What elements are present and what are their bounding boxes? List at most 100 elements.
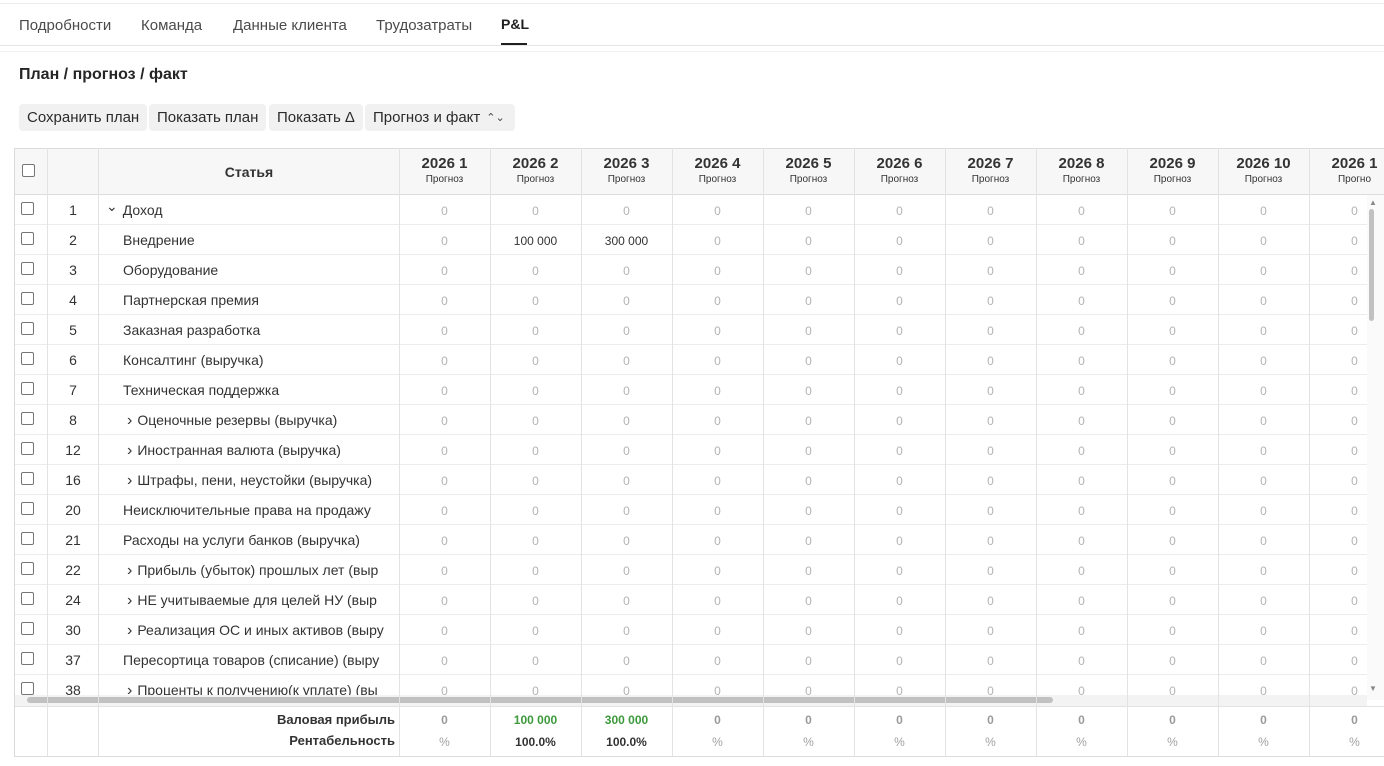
value-cell[interactable]: 0: [1127, 654, 1218, 668]
value-cell[interactable]: 0: [854, 204, 945, 218]
value-cell[interactable]: 0: [581, 534, 672, 548]
value-cell[interactable]: 0: [1036, 354, 1127, 368]
value-cell[interactable]: 0: [763, 654, 854, 668]
value-cell[interactable]: 0: [1036, 384, 1127, 398]
value-cell[interactable]: 0: [1036, 264, 1127, 278]
value-cell[interactable]: 0: [490, 564, 581, 578]
value-cell[interactable]: 0: [1036, 324, 1127, 338]
value-cell[interactable]: 0: [854, 324, 945, 338]
value-cell[interactable]: 0: [945, 264, 1036, 278]
value-cell[interactable]: 0: [399, 204, 490, 218]
value-cell[interactable]: 0: [672, 354, 763, 368]
value-cell[interactable]: 0: [399, 414, 490, 428]
tab-details[interactable]: Подробности: [19, 17, 111, 34]
value-cell[interactable]: 0: [945, 384, 1036, 398]
value-cell[interactable]: 0: [399, 354, 490, 368]
table-row[interactable]: 12 › Иностранная валюта (выручка) 0 0 0 0 0 0 0 0 0…: [15, 435, 1367, 465]
value-cell[interactable]: 0: [1218, 414, 1309, 428]
row-checkbox[interactable]: [21, 682, 34, 695]
value-cell[interactable]: 0: [945, 324, 1036, 338]
value-cell[interactable]: 0: [490, 624, 581, 638]
value-cell[interactable]: 0: [490, 474, 581, 488]
value-cell[interactable]: 0: [672, 534, 763, 548]
value-cell[interactable]: 0: [945, 534, 1036, 548]
show-delta-button[interactable]: Показать Δ: [269, 104, 363, 131]
value-cell[interactable]: 0: [1036, 204, 1127, 218]
chevron-right-icon[interactable]: ›: [127, 442, 132, 460]
value-cell[interactable]: 0: [581, 444, 672, 458]
value-cell[interactable]: 0: [1218, 294, 1309, 308]
value-cell[interactable]: 0: [854, 504, 945, 518]
value-cell[interactable]: 0: [490, 654, 581, 668]
value-cell[interactable]: 0: [763, 474, 854, 488]
chevron-right-icon[interactable]: ›: [127, 592, 132, 610]
value-cell[interactable]: 0: [854, 564, 945, 578]
value-cell[interactable]: 0: [1036, 294, 1127, 308]
value-cell[interactable]: 0: [490, 384, 581, 398]
value-cell[interactable]: 0: [945, 594, 1036, 608]
value-cell[interactable]: 0: [581, 354, 672, 368]
tab-team[interactable]: Команда: [141, 17, 202, 34]
value-cell[interactable]: 0: [399, 234, 490, 248]
value-cell[interactable]: 0: [763, 504, 854, 518]
value-cell[interactable]: 0: [1218, 474, 1309, 488]
value-cell[interactable]: 0: [672, 594, 763, 608]
value-cell[interactable]: 0: [854, 534, 945, 548]
row-checkbox[interactable]: [21, 262, 34, 275]
chevron-right-icon[interactable]: ›: [127, 412, 132, 430]
value-cell[interactable]: 0: [1218, 594, 1309, 608]
value-cell[interactable]: 0: [490, 594, 581, 608]
table-row[interactable]: 37 Пересортица товаров (списание) (выру 0 0…: [15, 645, 1367, 675]
tab-pnl[interactable]: P&L: [501, 16, 529, 32]
show-plan-button[interactable]: Показать план: [149, 104, 267, 131]
value-cell[interactable]: 0: [672, 414, 763, 428]
value-cell[interactable]: 0: [763, 564, 854, 578]
scroll-up-arrow-icon[interactable]: ▲: [1369, 198, 1377, 207]
value-cell[interactable]: 0: [672, 294, 763, 308]
value-cell[interactable]: 0: [1036, 504, 1127, 518]
value-cell[interactable]: 0: [945, 624, 1036, 638]
value-cell[interactable]: 0: [763, 204, 854, 218]
table-row[interactable]: 30 › Реализация ОС и иных активов (выру 0 0 0…: [15, 615, 1367, 645]
table-row[interactable]: 21 Расходы на услуги банков (выручка) 0 0 0 0…: [15, 525, 1367, 555]
value-cell[interactable]: 0: [1127, 294, 1218, 308]
value-cell[interactable]: 0: [399, 504, 490, 518]
value-cell[interactable]: 0: [1127, 474, 1218, 488]
value-cell[interactable]: 0: [1036, 534, 1127, 548]
value-cell[interactable]: 0: [1127, 594, 1218, 608]
row-checkbox[interactable]: [21, 472, 34, 485]
value-cell[interactable]: 0: [1218, 264, 1309, 278]
value-cell[interactable]: 0: [581, 504, 672, 518]
value-cell[interactable]: 0: [490, 264, 581, 278]
value-cell[interactable]: 0: [581, 414, 672, 428]
value-cell[interactable]: 0: [763, 414, 854, 428]
value-cell[interactable]: 0: [854, 444, 945, 458]
value-cell[interactable]: 100 000: [490, 234, 581, 248]
value-cell[interactable]: 0: [399, 624, 490, 638]
value-cell[interactable]: 0: [490, 444, 581, 458]
value-cell[interactable]: 0: [945, 294, 1036, 308]
row-checkbox[interactable]: [21, 202, 34, 215]
row-checkbox[interactable]: [21, 592, 34, 605]
value-cell[interactable]: 0: [763, 624, 854, 638]
horizontal-scroll-thumb[interactable]: [27, 697, 1053, 703]
value-cell[interactable]: 0: [1218, 654, 1309, 668]
value-cell[interactable]: 0: [763, 234, 854, 248]
value-cell[interactable]: 0: [490, 204, 581, 218]
value-cell[interactable]: 0: [1036, 444, 1127, 458]
value-cell[interactable]: 0: [1127, 234, 1218, 248]
value-cell[interactable]: 0: [581, 624, 672, 638]
value-cell[interactable]: 0: [763, 294, 854, 308]
value-cell[interactable]: 0: [763, 264, 854, 278]
value-cell[interactable]: 0: [945, 204, 1036, 218]
value-cell[interactable]: 0: [1218, 444, 1309, 458]
table-row[interactable]: 2 Внедрение 0 100 000 300 000 0 0 0 0 0 0 0 0: [15, 225, 1367, 255]
value-cell[interactable]: 0: [672, 654, 763, 668]
table-row[interactable]: 22 › Прибыль (убыток) прошлых лет (выр 0 0 0 0…: [15, 555, 1367, 585]
value-cell[interactable]: 0: [1127, 324, 1218, 338]
value-cell[interactable]: 0: [399, 594, 490, 608]
table-row[interactable]: 5 Заказная разработка 0 0 0 0 0 0 0 0 0 0 0: [15, 315, 1367, 345]
value-cell[interactable]: 0: [581, 564, 672, 578]
value-cell[interactable]: 0: [581, 474, 672, 488]
value-cell[interactable]: 0: [672, 324, 763, 338]
